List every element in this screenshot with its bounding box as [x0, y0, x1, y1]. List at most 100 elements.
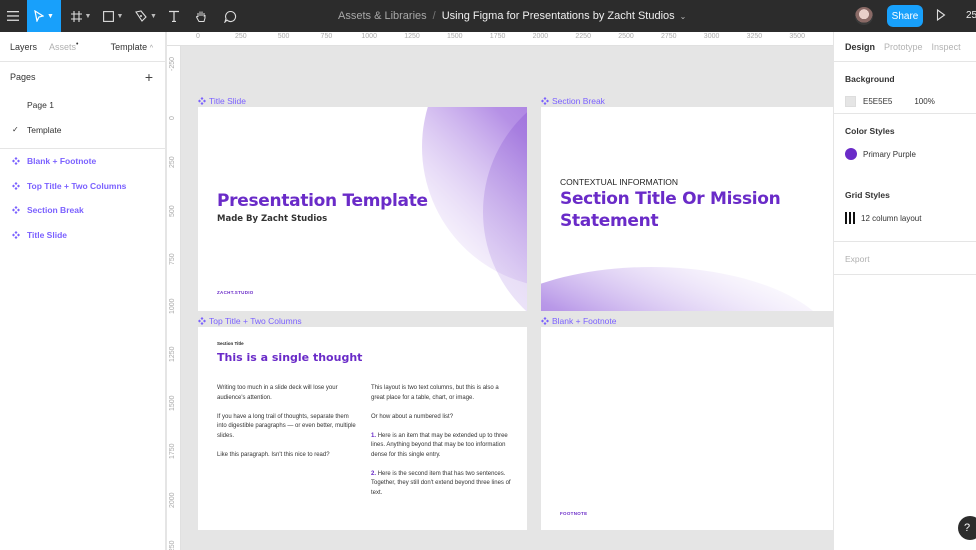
- ruler-tick-label: 1000: [361, 33, 377, 40]
- comment-tool-button[interactable]: [218, 0, 242, 32]
- breadcrumb-parent-link[interactable]: Assets & Libraries: [338, 10, 427, 22]
- zoom-level[interactable]: 25: [966, 10, 976, 21]
- color-swatch: [845, 148, 857, 160]
- breadcrumb: Assets & Libraries / Using Figma for Pre…: [338, 0, 686, 32]
- component-icon: [198, 317, 206, 325]
- frame-blank-footnote[interactable]: FOOTNOTE: [541, 327, 833, 530]
- rectangle-icon: [102, 10, 114, 22]
- layer-item-title-slide[interactable]: Title Slide: [0, 223, 165, 248]
- tab-design[interactable]: Design: [845, 42, 875, 52]
- tab-inspect[interactable]: Inspect: [932, 42, 961, 52]
- list-number: 2.: [371, 470, 377, 477]
- avatar[interactable]: [855, 7, 873, 25]
- ruler-tick-label: 2500: [618, 33, 634, 40]
- left-panel: Layers Assets• Template ^ Pages + Page 1…: [0, 32, 166, 550]
- right-panel: Design Prototype Inspect Background E5E5…: [833, 32, 976, 550]
- grid-layout-icon: [845, 212, 855, 224]
- slide-title: This is a single thought: [217, 351, 363, 364]
- frame-two-columns[interactable]: Section Title This is a single thought W…: [198, 327, 527, 530]
- export-label: Export: [845, 254, 870, 264]
- background-hex[interactable]: E5E5E5: [863, 97, 892, 106]
- layer-item-blank-footnote[interactable]: Blank + Footnote: [0, 149, 165, 174]
- frame-label-section-break[interactable]: Section Break: [541, 96, 605, 106]
- chevron-down-icon: ▼: [150, 12, 157, 20]
- chevron-up-icon: ^: [149, 45, 153, 52]
- ruler-tick-label: -250: [169, 56, 176, 71]
- cursor-icon: [34, 10, 45, 22]
- footnote-text: FOOTNOTE: [560, 511, 588, 516]
- pen-icon: [135, 10, 147, 22]
- help-button[interactable]: ?: [958, 516, 976, 540]
- color-style-name: Primary Purple: [863, 149, 916, 159]
- pen-tool-button[interactable]: ▼: [131, 0, 161, 32]
- current-page-label: Template: [110, 42, 148, 52]
- page-item-template[interactable]: ✓ Template: [0, 117, 165, 142]
- ruler-tick-label: 750: [320, 33, 333, 40]
- component-icon: [541, 317, 549, 325]
- page-selector[interactable]: Template ^: [111, 42, 153, 52]
- add-page-icon[interactable]: +: [145, 69, 153, 85]
- frame-label-blank-footnote[interactable]: Blank + Footnote: [541, 316, 617, 326]
- right-column: This layout is two text columns, but thi…: [371, 384, 511, 508]
- move-tool-button[interactable]: ▼: [27, 0, 61, 32]
- frame-label-title-slide[interactable]: Title Slide: [198, 96, 246, 106]
- ruler-tick-label: 2250: [169, 540, 176, 550]
- background-opacity[interactable]: 100%: [914, 97, 934, 106]
- hand-tool-button[interactable]: [190, 0, 212, 32]
- ruler-tick-label: 1500: [169, 394, 176, 411]
- ruler-tick-label: 1000: [169, 297, 176, 314]
- check-icon: ✓: [12, 125, 19, 134]
- shape-tool-button[interactable]: ▼: [98, 0, 128, 32]
- background-swatch[interactable]: [845, 96, 856, 107]
- tab-assets-label: Assets: [49, 42, 77, 52]
- ruler-tick-label: 3250: [746, 33, 763, 40]
- frame-label-text: Title Slide: [209, 96, 247, 106]
- frame-tool-button[interactable]: ▼: [66, 0, 96, 32]
- color-style-item[interactable]: Primary Purple: [845, 148, 965, 160]
- chevron-down-icon: ▼: [47, 12, 54, 20]
- page-item-page-1[interactable]: Page 1: [0, 92, 165, 117]
- main-menu-button[interactable]: [0, 0, 26, 32]
- pages-header: Pages +: [0, 62, 165, 92]
- frame-title-slide[interactable]: Presentation Template Made By Zacht Stud…: [198, 107, 527, 311]
- section-title: Section Title Or Mission Statement: [560, 189, 781, 231]
- paragraph: Or how about a numbered list?: [371, 413, 454, 420]
- color-styles-section: Color Styles Primary Purple: [834, 114, 976, 178]
- layer-item-top-title-two-columns[interactable]: Top Title + Two Columns: [0, 174, 165, 199]
- layer-label: Section Break: [27, 205, 84, 216]
- grid-style-item[interactable]: 12 column layout: [845, 212, 965, 224]
- component-icon: [12, 181, 20, 190]
- layer-label: Blank + Footnote: [27, 156, 97, 167]
- ruler-tick-label: 750: [169, 253, 176, 265]
- frame-icon: [70, 10, 82, 22]
- frame-label-two-columns[interactable]: Top Title + Two Columns: [198, 316, 302, 326]
- slide-footer: ZACHT.STUDIO: [217, 290, 254, 295]
- frame-section-break[interactable]: CONTEXTUAL INFORMATION Section Title Or …: [541, 107, 833, 311]
- canvas[interactable]: 0 250 500 750 1000 1250 1500 1750 2000 2250 2500 27…: [167, 32, 833, 550]
- left-column: Writing too much in a slide deck will lo…: [217, 384, 357, 470]
- share-button[interactable]: Share: [887, 5, 923, 27]
- paragraph: This layout is two text columns, but thi…: [371, 385, 499, 401]
- right-panel-tabs: Design Prototype Inspect: [834, 32, 976, 62]
- chevron-down-icon[interactable]: ⌄: [680, 12, 687, 21]
- grid-styles-title: Grid Styles: [845, 190, 890, 200]
- tab-layers[interactable]: Layers: [10, 42, 37, 52]
- present-play-icon[interactable]: [936, 9, 946, 21]
- assets-badge: •: [76, 41, 79, 48]
- component-icon: [12, 206, 20, 214]
- frame-label-text: Section Break: [552, 96, 605, 106]
- ruler-tick-label: 1500: [447, 33, 463, 40]
- paragraph: Writing too much in a slide deck will lo…: [217, 385, 338, 401]
- text-tool-button[interactable]: [163, 0, 185, 32]
- background-section: Background E5E5E5 100%: [834, 62, 976, 114]
- component-icon: [198, 97, 206, 105]
- file-name[interactable]: Using Figma for Presentations by Zacht S…: [442, 10, 675, 22]
- layer-item-section-break[interactable]: Section Break: [0, 198, 165, 223]
- tab-prototype[interactable]: Prototype: [884, 42, 923, 52]
- grid-styles-section: Grid Styles 12 column layout: [834, 178, 976, 242]
- pages-title: Pages: [10, 72, 36, 82]
- export-section[interactable]: Export: [834, 242, 976, 275]
- ruler-tick-label: 500: [277, 33, 290, 40]
- grid-style-name: 12 column layout: [861, 213, 922, 223]
- tab-assets[interactable]: Assets•: [49, 41, 78, 52]
